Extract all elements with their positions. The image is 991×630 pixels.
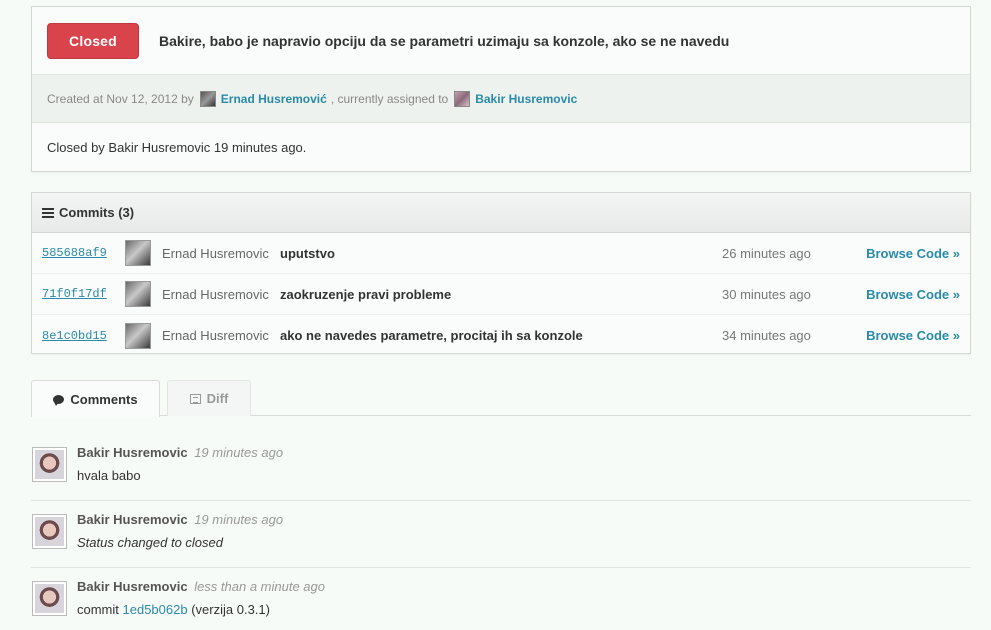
comment-author[interactable]: Bakir Husremovic [77, 445, 188, 460]
comment-time: 19 minutes ago [194, 512, 284, 527]
browse-code-link[interactable]: Browse Code » [866, 328, 960, 343]
commit-row: 71f0f17df Ernad Husremovic zaokruzenje p… [32, 274, 970, 315]
issue-meta: Created at Nov 12, 2012 by Ernad Husremo… [32, 74, 970, 123]
issue-title: Bakire, babo je napravio opciju da se pa… [159, 32, 730, 49]
avatar[interactable] [32, 581, 67, 616]
comment-time: 19 minutes ago [194, 445, 284, 460]
comment-body-prefix: commit [77, 602, 119, 617]
creator-link[interactable]: Ernad Husremović [221, 92, 327, 106]
commit-message: zaokruzenje pravi probleme [280, 286, 452, 302]
comment-time: less than a minute ago [194, 579, 325, 594]
comment-author[interactable]: Bakir Husremovic [77, 512, 188, 527]
browse-code-link[interactable]: Browse Code » [866, 287, 960, 302]
tab-bar: Comments Diff [31, 380, 971, 417]
tab-comments-label: Comments [70, 391, 138, 407]
diff-icon [189, 393, 201, 404]
tab-comments[interactable]: Comments [31, 380, 160, 417]
comment-item: Bakir Husremovic 19 minutes ago Status c… [31, 501, 971, 568]
issue-header: Closed Bakire, babo je napravio opciju d… [32, 7, 970, 74]
commit-sha-link[interactable]: 1ed5b062b [123, 602, 188, 617]
assignee-link[interactable]: Bakir Husremovic [475, 92, 577, 106]
commit-sha-link[interactable]: 585688af9 [42, 246, 107, 260]
tab-diff[interactable]: Diff [167, 380, 251, 416]
commit-row: 585688af9 Ernad Husremovic uputstvo 26 m… [32, 233, 970, 274]
commit-time: 26 minutes ago [722, 245, 811, 261]
assigned-text: , currently assigned to [330, 91, 449, 106]
avatar[interactable] [32, 447, 67, 482]
comment-body-suffix: (verzija 0.3.1) [191, 602, 270, 617]
commit-author-avatar[interactable] [125, 322, 151, 349]
commit-author-avatar[interactable] [125, 240, 151, 266]
created-text: Created at Nov 12, 2012 by [47, 91, 194, 106]
commits-title: Commits (3) [59, 205, 135, 220]
comment-author[interactable]: Bakir Husremovic [77, 579, 188, 594]
commits-header: Commits (3) [32, 193, 970, 233]
commit-time: 30 minutes ago [722, 286, 811, 302]
comment-body: Status changed to closed [77, 535, 223, 550]
comment-item: Bakir Husremovic 19 minutes ago hvala ba… [31, 434, 971, 501]
commit-time: 34 minutes ago [722, 328, 811, 343]
commit-message: ako ne navedes parametre, procitaj ih sa… [280, 328, 583, 343]
commit-author: Ernad Husremovic [162, 328, 269, 343]
commits-panel: Commits (3) 585688af9 Ernad Husremovic u… [31, 192, 971, 354]
comment-item: Bakir Husremovic less than a minute ago … [31, 568, 971, 630]
commit-message: uputstvo [280, 245, 335, 261]
status-badge: Closed [47, 22, 139, 59]
commit-row: 8e1c0bd15 Ernad Husremovic ako ne navede… [32, 315, 970, 356]
browse-code-link[interactable]: Browse Code » [866, 246, 960, 261]
comment-bubble-icon [53, 394, 65, 406]
commit-sha-link[interactable]: 8e1c0bd15 [42, 329, 107, 343]
commit-author-avatar[interactable] [125, 281, 151, 307]
assignee-avatar[interactable] [454, 90, 471, 107]
avatar[interactable] [32, 514, 67, 549]
tab-diff-label: Diff [206, 391, 229, 406]
commit-author: Ernad Husremovic [162, 286, 269, 302]
creator-avatar[interactable] [199, 90, 216, 107]
closed-info: Closed by Bakir Husremovic 19 minutes ag… [47, 139, 307, 155]
list-icon [42, 207, 54, 218]
commit-author: Ernad Husremovic [162, 245, 269, 261]
issue-panel: Closed Bakire, babo je napravio opciju d… [31, 6, 971, 172]
commit-sha-link[interactable]: 71f0f17df [42, 287, 107, 301]
comment-body: hvala babo [77, 468, 141, 483]
comment-body: commit 1ed5b062b (verzija 0.3.1) [77, 602, 270, 617]
